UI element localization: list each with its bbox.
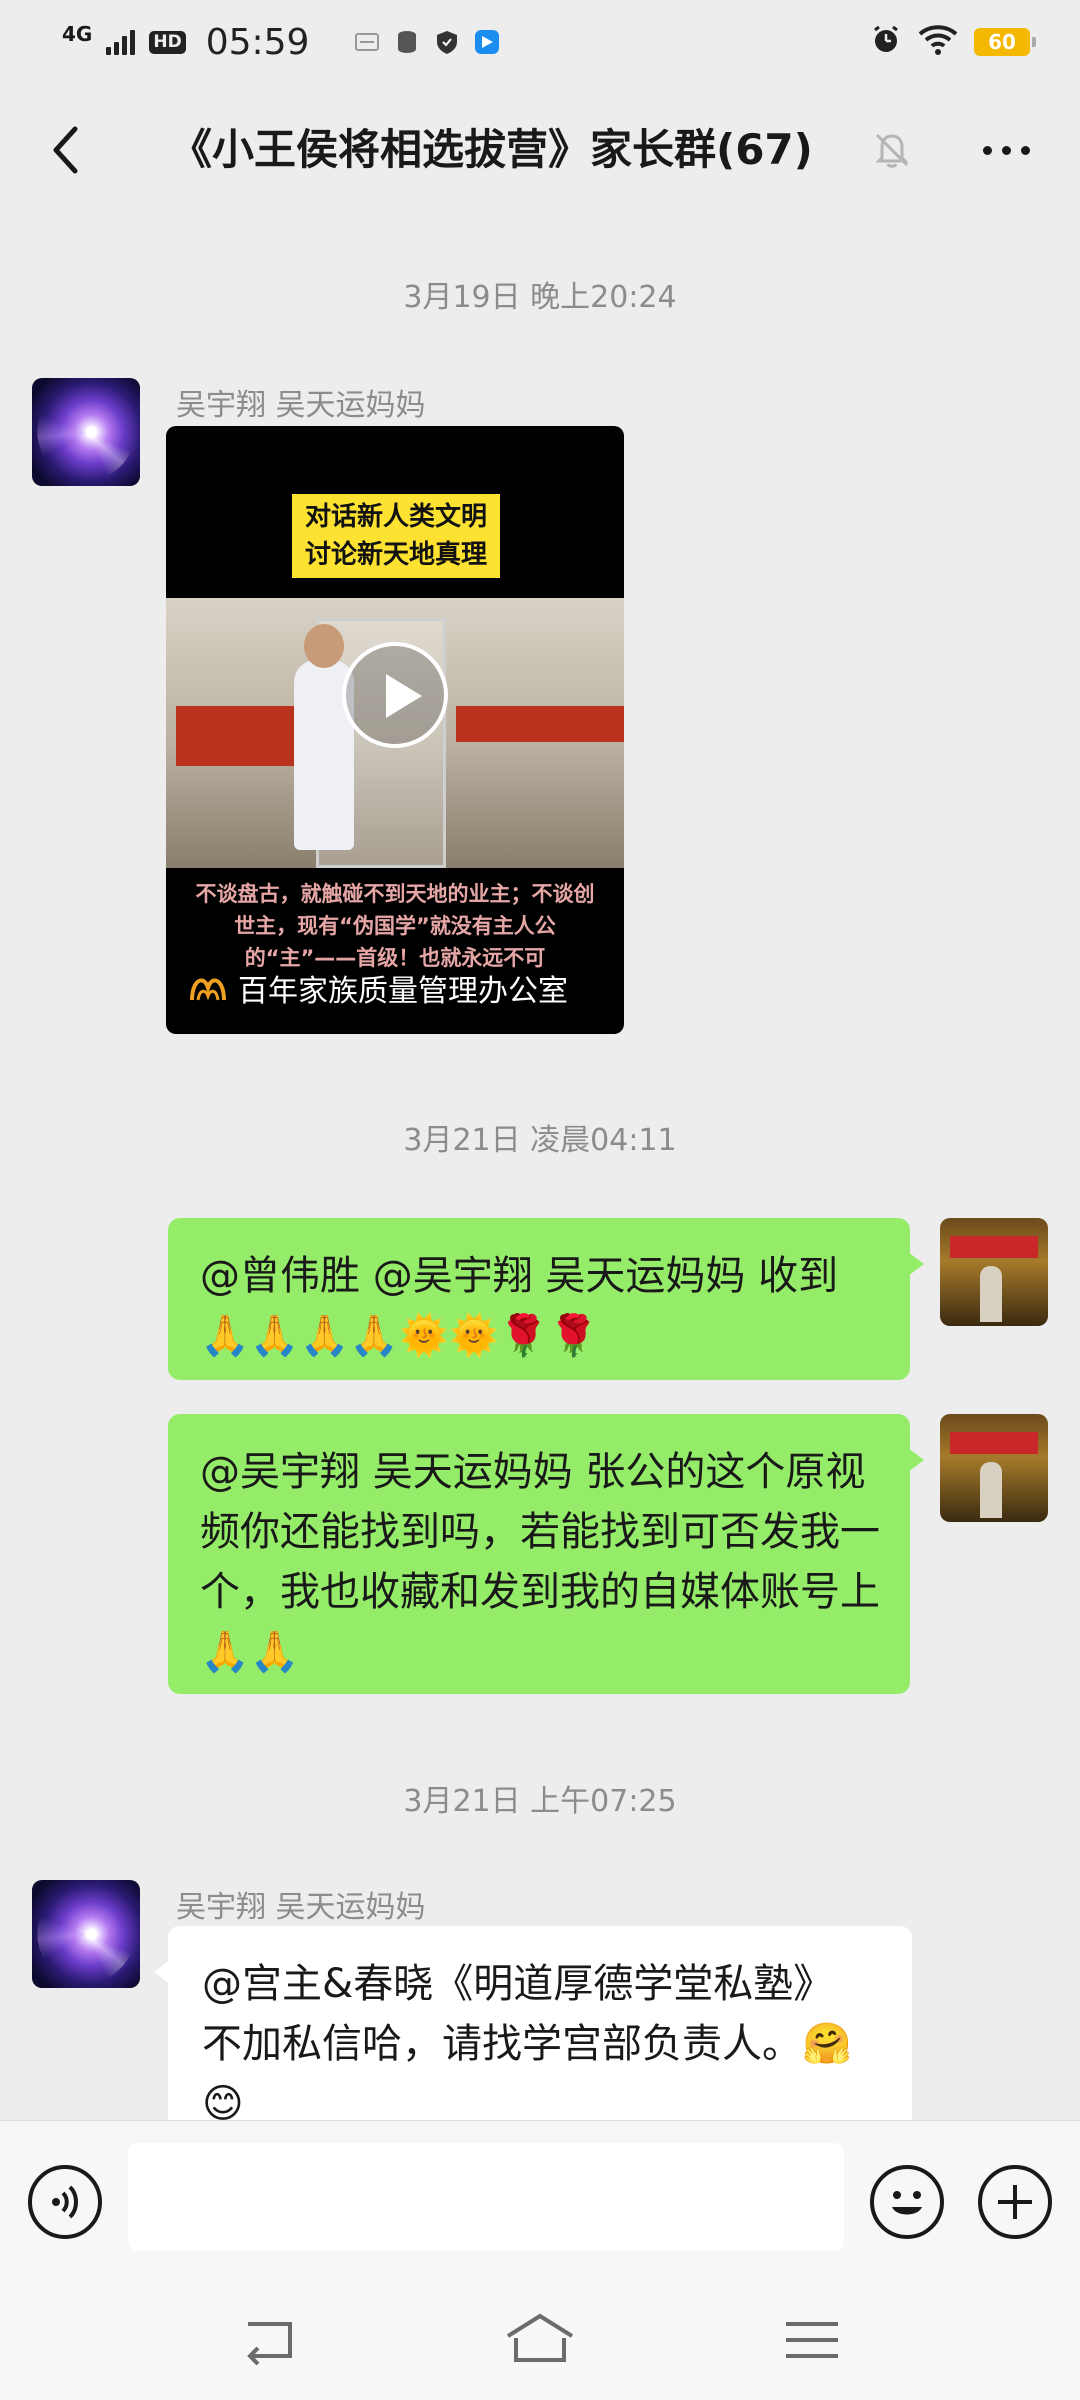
network-type: 4G — [62, 22, 93, 46]
more-button[interactable] — [966, 120, 1046, 180]
video-title-overlay: 对话新人类文明 讨论新天地真理 — [292, 494, 500, 578]
nav-home-icon — [506, 2313, 574, 2362]
status-bar: 4G HD 05:59 60 — [0, 0, 1080, 84]
play-icon[interactable] — [342, 642, 448, 748]
message-bubble-sent[interactable]: @曾伟胜 @吴宇翔 吴天运妈妈 收到🙏🙏🙏🙏🌞🌞🌹🌹 — [168, 1218, 924, 1380]
video-message[interactable]: 对话新人类文明 讨论新天地真理 不谈盘古，就触碰不到天地的业主；不谈创世主，现有… — [166, 426, 624, 1034]
message-timestamp: 3月19日 晚上20:24 — [403, 280, 677, 315]
my-avatar[interactable] — [940, 1414, 1048, 1522]
message-bubble-received[interactable]: @宫主&春晓《明道厚德学堂私塾》 不加私信哈，请找学宫部负责人。🤗😊 — [154, 1926, 912, 2146]
nav-home-button[interactable] — [500, 2308, 580, 2368]
emoji-button[interactable] — [870, 2165, 944, 2239]
back-button[interactable] — [36, 120, 96, 180]
nav-menu-icon — [786, 2322, 838, 2358]
storage-icon — [353, 28, 381, 56]
my-avatar[interactable] — [940, 1218, 1048, 1326]
emoji-icon — [892, 2191, 922, 2215]
clock: 05:59 — [205, 21, 310, 63]
battery-icon: 60 — [974, 28, 1036, 56]
message-input[interactable] — [128, 2143, 844, 2251]
bell-off-icon — [868, 126, 916, 174]
video-source: 百年家族质量管理办公室 — [188, 966, 568, 1010]
shield-icon — [433, 28, 461, 56]
channel-logo-icon — [190, 978, 226, 1001]
nav-back-button[interactable] — [230, 2308, 310, 2368]
database-icon — [393, 28, 421, 56]
message-timestamp: 3月21日 凌晨04:11 — [403, 1123, 677, 1158]
app-notification-icon — [473, 28, 501, 56]
signal-icon — [106, 29, 136, 55]
input-bar — [0, 2120, 1080, 2280]
alarm-icon — [870, 24, 902, 60]
notification-icons — [353, 28, 501, 56]
message-bubble-sent[interactable]: @吴宇翔 吴天运妈妈 张公的这个原视频你还能找到吗，若能找到可否发我一个，我也收… — [168, 1414, 924, 1694]
sender-name: 吴宇翔 吴天运妈妈 — [176, 1890, 426, 1925]
plus-button[interactable] — [978, 2165, 1052, 2239]
video-subtitle-overlay: 不谈盘古，就触碰不到天地的业主；不谈创世主，现有“伪国学”就没有主人公的“主”—… — [195, 882, 595, 970]
chat-header: 《小王侯将相选拔营》家长群(67) — [0, 84, 1080, 214]
video-source-name: 百年家族质量管理办公室 — [238, 974, 568, 1009]
hd-badge: HD — [149, 30, 186, 54]
chevron-left-icon — [53, 126, 78, 174]
avatar[interactable] — [32, 378, 140, 486]
system-nav-bar — [0, 2280, 1080, 2400]
nav-back-icon — [247, 2322, 292, 2366]
sender-name: 吴宇翔 吴天运妈妈 — [176, 388, 426, 423]
chat-title: 《小王侯将相选拔营》家长群(67) — [170, 125, 813, 174]
voice-button[interactable] — [28, 2165, 102, 2239]
battery-level: 60 — [988, 30, 1016, 54]
avatar[interactable] — [32, 1880, 140, 1988]
wifi-icon — [918, 24, 958, 60]
message-timestamp: 3月21日 上午07:25 — [403, 1784, 677, 1819]
voice-icon — [52, 2185, 78, 2219]
more-horizontal-icon — [982, 145, 992, 155]
nav-menu-button[interactable] — [772, 2308, 852, 2368]
